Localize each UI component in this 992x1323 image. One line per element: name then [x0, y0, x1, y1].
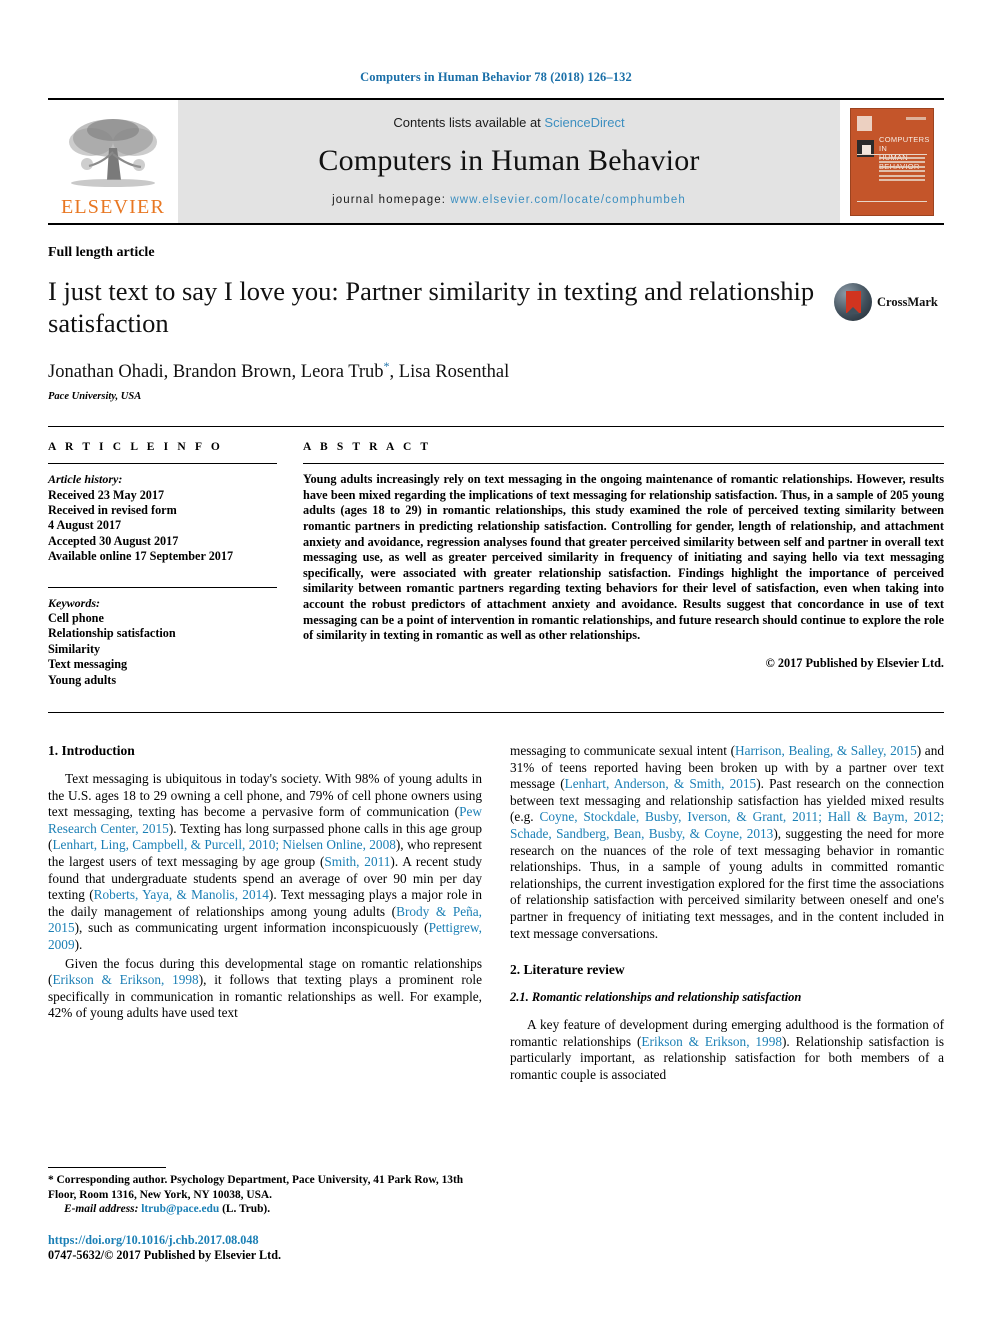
info-divider: [48, 463, 277, 465]
section-divider: [48, 712, 944, 714]
journal-homepage-line: journal homepage: www.elsevier.com/locat…: [332, 194, 686, 206]
article-history-label: Article history:: [48, 472, 123, 487]
paragraph-intro-1: Text messaging is ubiquitous in today's …: [48, 771, 482, 954]
authors-tail-text: , Lisa Rosenthal: [389, 362, 510, 383]
journal-homepage-link[interactable]: www.elsevier.com/locate/comphumbeh: [450, 194, 686, 206]
cover-title-line1: COMPUTERS IN: [879, 134, 930, 153]
history-item: Received 23 May 2017: [48, 487, 165, 502]
cover-text-lines: [879, 156, 925, 184]
heading-literature-review: 2. Literature review: [510, 962, 625, 978]
doi-link[interactable]: https://doi.org/10.1016/j.chb.2017.08.04…: [48, 1233, 488, 1248]
abstract-divider: [303, 463, 944, 465]
cover-art: COMPUTERS IN HUMAN BEHAVIOR: [850, 107, 934, 216]
title-section: I just text to say I love you: Partner s…: [48, 261, 944, 402]
keywords-label: Keywords:: [48, 595, 100, 610]
keyword-item: Text messaging: [48, 657, 128, 672]
journal-masthead: ELSEVIER Contents lists available at Sci…: [48, 98, 944, 225]
sciencedirect-link[interactable]: ScienceDirect: [544, 115, 624, 130]
citation-link[interactable]: Erikson & Erikson, 1998: [52, 972, 198, 987]
citation-link[interactable]: Smith, 2011: [324, 854, 390, 869]
cover-rule-bottom: [857, 200, 927, 202]
history-item: Received in revised form: [48, 502, 177, 517]
author-list: Jonathan Ohadi, Brandon Brown, Leora Tru…: [48, 359, 820, 383]
elsevier-wordmark: ELSEVIER: [60, 196, 166, 218]
article-info-column: A R T I C L E I N F O Article history: R…: [48, 441, 303, 688]
paragraph-right-1: messaging to communicate sexual intent (…: [510, 743, 944, 942]
footnote-rule: [48, 1167, 166, 1169]
page-title: I just text to say I love you: Partner s…: [48, 276, 815, 338]
cover-topright-bar: [906, 116, 926, 120]
email-link[interactable]: ltrub@pace.edu: [141, 1203, 219, 1215]
footnote-block: * Corresponding author. Psychology Depar…: [48, 1167, 488, 1263]
body-columns: 1. Introduction Text messaging is ubiqui…: [48, 743, 944, 1086]
issn-copyright: 0747-5632/© 2017 Published by Elsevier L…: [48, 1248, 282, 1262]
paragraph-right-2: A key feature of development during emer…: [510, 1017, 944, 1083]
text-run: ), suggesting the need for more research…: [510, 826, 944, 941]
body-column-right: messaging to communicate sexual intent (…: [510, 743, 944, 1086]
contents-available-line: Contents lists available at ScienceDirec…: [393, 115, 624, 130]
contents-prefix-text: Contents lists available at: [393, 115, 545, 130]
cover-square-icon: [857, 115, 872, 131]
keywords-block: Keywords: Cell phone Relationship satisf…: [48, 596, 277, 688]
email-label: E-mail address:: [64, 1202, 139, 1215]
info-abstract-section: A R T I C L E I N F O Article history: R…: [48, 426, 944, 688]
citation-link[interactable]: Roberts, Yaya, & Manolis, 2014: [94, 887, 269, 902]
article-type-label: Full length article: [48, 245, 155, 260]
journal-cover-thumbnail[interactable]: COMPUTERS IN HUMAN BEHAVIOR: [840, 100, 944, 223]
article-history: Article history: Received 23 May 2017 Re…: [48, 472, 277, 564]
paragraph-intro-2: Given the focus during this developmenta…: [48, 956, 482, 1022]
history-item: Accepted 30 August 2017: [48, 533, 179, 548]
article-info-heading: A R T I C L E I N F O: [48, 441, 223, 454]
history-item: Available online 17 September 2017: [48, 549, 234, 564]
citation-link[interactable]: Erikson & Erikson, 1998: [641, 1034, 782, 1049]
affiliation: Pace University, USA: [48, 391, 142, 403]
abstract-heading: A B S T R A C T: [303, 441, 432, 454]
text-run: Text messaging is ubiquitous in today's …: [48, 771, 482, 820]
crossmark-badge[interactable]: CrossMark: [834, 261, 944, 321]
journal-title: Computers in Human Behavior: [318, 144, 700, 177]
abstract-copyright: © 2017 Published by Elsevier Ltd.: [765, 655, 944, 670]
citation-link[interactable]: Lenhart, Ling, Campbell, & Purcell, 2010…: [52, 837, 395, 852]
keyword-item: Young adults: [48, 672, 117, 687]
email-owner: (L. Trub).: [222, 1202, 271, 1215]
elsevier-logo: ELSEVIER: [48, 100, 178, 223]
heading-introduction: 1. Introduction: [48, 743, 135, 759]
abstract-column: A B S T R A C T Young adults increasingl…: [303, 441, 944, 688]
body-column-left: 1. Introduction Text messaging is ubiqui…: [48, 743, 482, 1086]
keyword-item: Similarity: [48, 641, 101, 656]
journal-banner: Contents lists available at ScienceDirec…: [178, 100, 840, 223]
elsevier-tree-icon: [69, 119, 157, 187]
keywords-divider: [48, 586, 277, 588]
crossmark-icon: [834, 283, 872, 321]
citation-link[interactable]: Lenhart, Anderson, & Smith, 2015: [565, 776, 757, 791]
history-item: 4 August 2017: [48, 518, 122, 533]
homepage-label: journal homepage:: [332, 194, 451, 206]
abstract-text: Young adults increasingly rely on text m…: [303, 472, 944, 643]
crossmark-label: CrossMark: [877, 294, 938, 309]
corresponding-author-note: * Corresponding author. Psychology Depar…: [48, 1173, 488, 1201]
corresponding-author-text: Corresponding author. Psychology Departm…: [48, 1174, 464, 1201]
citation-link[interactable]: Harrison, Bealing, & Salley, 2015: [735, 743, 917, 758]
article-page: Computers in Human Behavior 78 (2018) 12…: [0, 0, 992, 1323]
text-run: messaging to communicate sexual intent (: [510, 743, 735, 759]
text-run: ).: [74, 936, 83, 952]
running-head: Computers in Human Behavior 78 (2018) 12…: [360, 70, 632, 84]
text-run: ), such as communicating urgent informat…: [74, 920, 429, 936]
keyword-item: Relationship satisfaction: [48, 626, 176, 641]
keyword-item: Cell phone: [48, 611, 104, 625]
authors-text: Jonathan Ohadi, Brandon Brown, Leora Tru…: [48, 362, 384, 383]
cover-rule-top: [857, 153, 927, 155]
email-note: E-mail address: ltrub@pace.edu (L. Trub)…: [48, 1202, 488, 1216]
heading-romantic-relationships: 2.1. Romantic relationships and relation…: [510, 990, 802, 1005]
